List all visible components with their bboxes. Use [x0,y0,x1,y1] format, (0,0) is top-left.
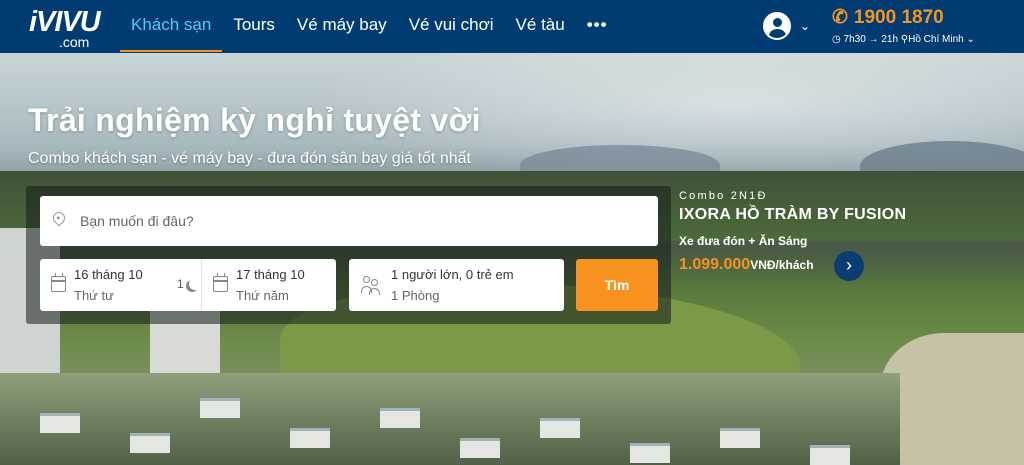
villa [720,428,760,448]
calendar-icon [213,273,228,292]
hero-villas [0,373,900,465]
promo-kicker: Combo 2N1Đ [679,190,768,202]
hero-title: Trải nghiệm kỳ nghỉ tuyệt vời [28,102,481,138]
checkout-day-label: Thứ năm [236,288,289,303]
villa [290,428,330,448]
clock-icon: ◷ [832,34,841,45]
checkin-date-label: 16 tháng 10 [74,267,143,282]
moon-icon [189,278,201,290]
menu-activities[interactable]: Vé vui chơi [398,0,505,53]
top-navbar: iVIVU .com Khách sạn Tours Vé máy bay Vé… [0,0,1024,53]
chevron-right-icon: › [846,255,852,275]
villa [460,438,500,458]
location-chevron-icon: ⌄ [966,34,975,45]
hotline-number: 1900 1870 [853,7,944,28]
promo-next-button[interactable]: › [834,251,864,281]
nights-count: 1 [177,277,198,291]
hero-sand [880,333,1024,465]
nights-value: 1 [177,277,184,291]
main-menu: Khách sạn Tours Vé máy bay Vé vui chơi V… [120,0,619,53]
destination-input[interactable] [80,196,640,246]
calendar-icon [51,273,66,292]
phone-icon: ✆ [832,7,848,28]
rooms-label: 1 Phòng [391,288,440,303]
hero-subtitle: Combo khách sạn - vé máy bay - đưa đón s… [28,150,471,167]
menu-tours[interactable]: Tours [222,0,286,53]
account-menu[interactable]: ⌄ [763,12,810,40]
checkin-date[interactable]: 16 tháng 10 Thứ tư [40,259,180,311]
opening-hours: 7h30 → 21h [843,34,899,45]
user-circle-icon [763,12,791,40]
search-button[interactable]: Tìm [576,259,658,311]
destination-field[interactable] [40,196,658,246]
checkout-date-label: 17 tháng 10 [236,267,305,282]
people-icon-head [371,279,378,286]
more-menu-icon[interactable]: ••• [576,0,619,53]
villa [810,445,850,465]
villa [380,408,420,428]
promo-price-value: 1.099.000 [679,256,751,273]
menu-hotels[interactable]: Khách sạn [120,0,223,53]
people-icon [361,276,381,295]
ivivu-logo[interactable]: iVIVU .com [29,6,101,50]
people-icon-body [369,288,380,295]
chevron-down-icon: ⌄ [800,19,811,33]
menu-trains[interactable]: Vé tàu [505,0,576,53]
location-pin-icon [50,209,68,227]
villa [630,443,670,463]
logo-text: iVIVU [29,6,101,38]
search-panel: 16 tháng 10 Thứ tư 1 17 tháng 10 Thứ năm [26,186,671,324]
promo-subtitle: Xe đưa đón + Ăn Sáng [679,234,808,248]
hours-location: ◷ 7h30 → 21h ⚲Hồ Chí Minh ⌄ [832,34,975,45]
checkout-date[interactable]: 17 tháng 10 Thứ năm [202,259,336,311]
villa [540,418,580,438]
hotline[interactable]: ✆ 1900 1870 [832,6,944,29]
hero-banner: Trải nghiệm kỳ nghỉ tuyệt vời Combo khác… [0,53,1024,465]
guests-label: 1 người lớn, 0 trẻ em [391,267,514,282]
promo-title[interactable]: IXORA HỒ TRÀM BY FUSION [679,206,906,224]
promo-price-unit: VNĐ/khách [750,258,814,272]
villa [40,413,80,433]
people-icon-head [363,276,370,283]
promo-price: 1.099.000VNĐ/khách [679,256,814,274]
menu-flights[interactable]: Vé máy bay [286,0,398,53]
checkin-day-label: Thứ tư [74,288,114,303]
location-selector[interactable]: Hồ Chí Minh [908,34,964,45]
villa [130,433,170,453]
date-range-picker: 16 tháng 10 Thứ tư 1 17 tháng 10 Thứ năm [40,259,336,311]
guests-selector[interactable]: 1 người lớn, 0 trẻ em 1 Phòng [349,259,564,311]
villa [200,398,240,418]
